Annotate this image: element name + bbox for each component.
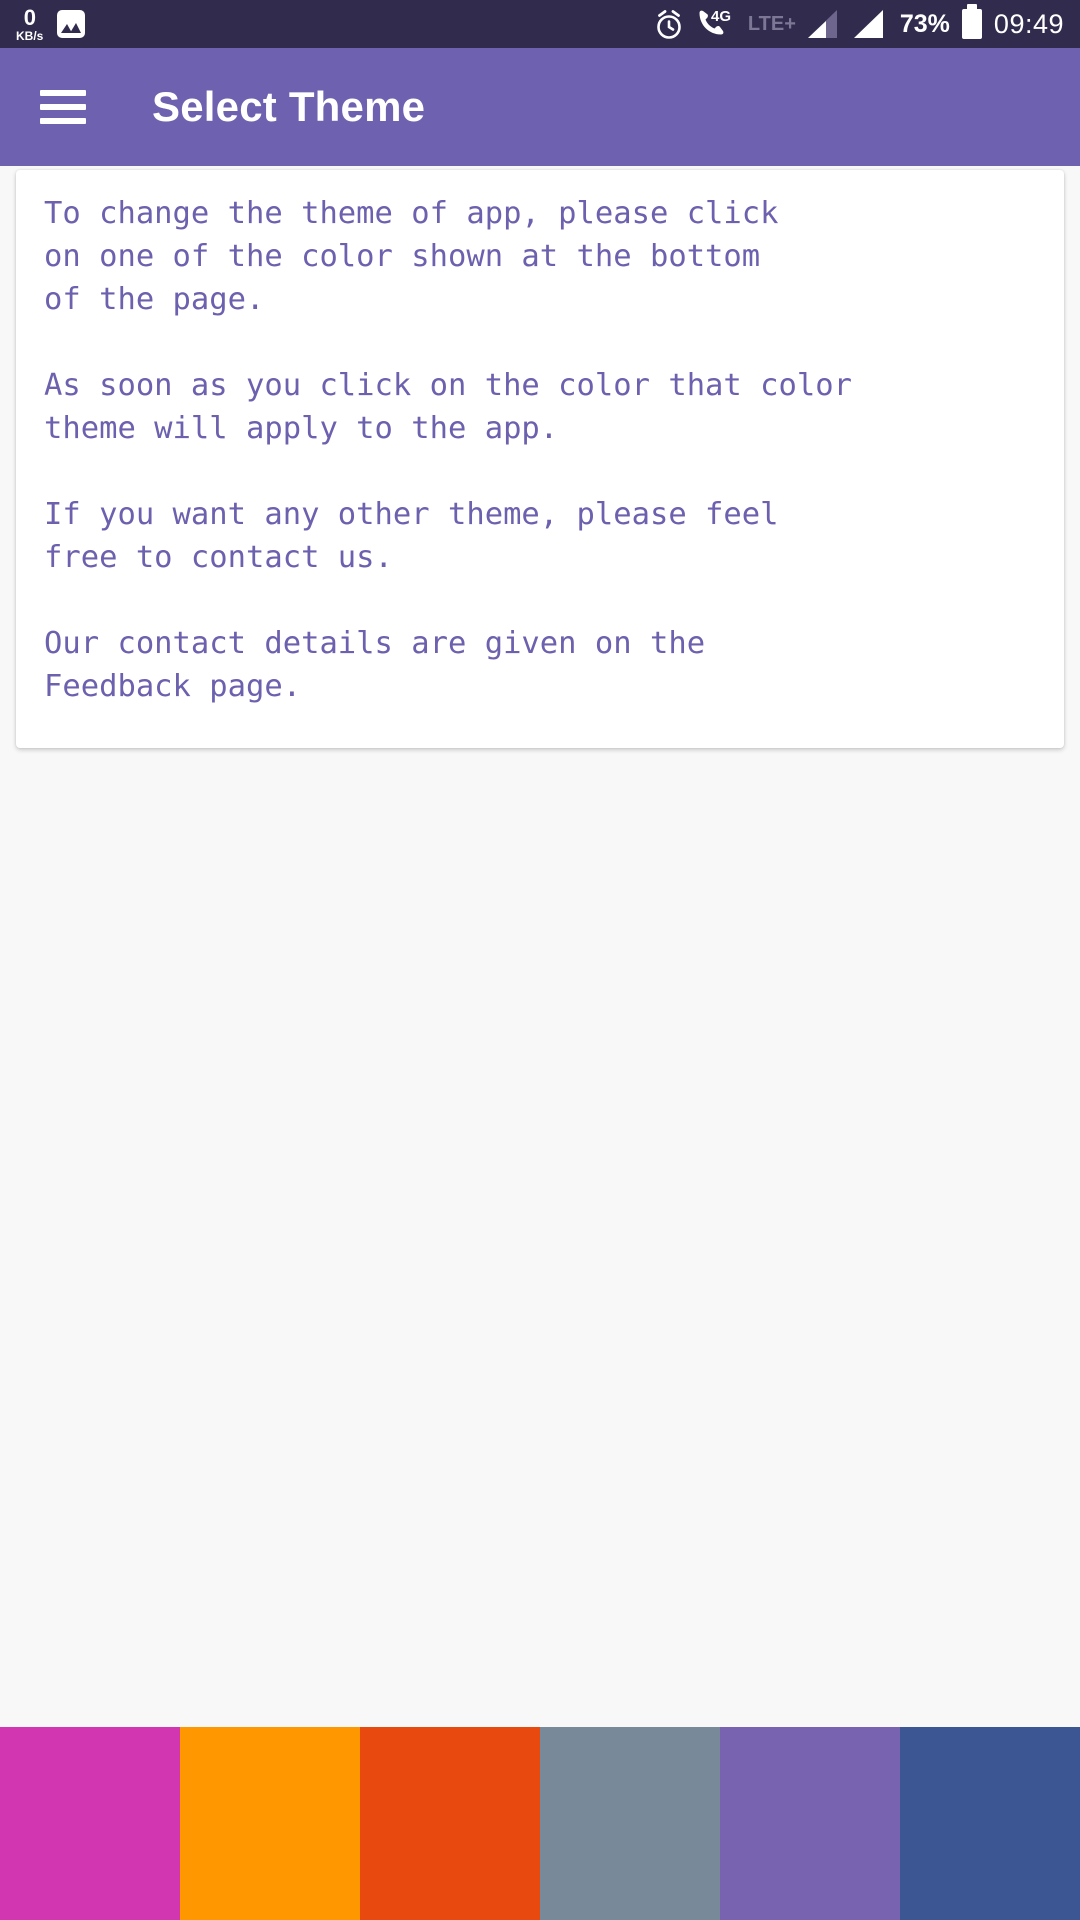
svg-text:4G: 4G bbox=[711, 8, 731, 25]
theme-swatch-purple[interactable] bbox=[720, 1727, 900, 1920]
hamburger-bar bbox=[40, 90, 86, 96]
image-icon-glyph bbox=[61, 23, 82, 33]
hamburger-bar bbox=[40, 104, 86, 110]
theme-swatch-magenta[interactable] bbox=[0, 1727, 180, 1920]
theme-swatch-row bbox=[0, 1727, 1080, 1920]
battery-icon bbox=[961, 4, 982, 39]
theme-instructions-text: To change the theme of app, please click… bbox=[44, 196, 852, 704]
signal-bars-icon bbox=[807, 10, 837, 38]
phone-4g-icon: 4G bbox=[699, 8, 731, 35]
alarm-clock-icon bbox=[657, 9, 681, 39]
theme-swatch-indigo[interactable] bbox=[900, 1727, 1080, 1920]
theme-swatch-orange[interactable] bbox=[180, 1727, 360, 1920]
battery-percent-label: 73% bbox=[899, 9, 950, 38]
theme-instructions-card: To change the theme of app, please click… bbox=[16, 170, 1064, 748]
hamburger-menu-icon[interactable] bbox=[40, 90, 86, 124]
theme-swatch-blue-grey[interactable] bbox=[540, 1727, 720, 1920]
theme-swatch-deep-orange[interactable] bbox=[360, 1727, 540, 1920]
network-speed-value: 0 bbox=[23, 4, 36, 30]
signal-bars-icon bbox=[853, 10, 883, 38]
network-speed-indicator: 0 KB/s bbox=[16, 4, 44, 43]
status-bar-right: 4G LTE+ 73% 09:49 bbox=[654, 4, 1064, 40]
status-bar-clock: 09:49 bbox=[993, 8, 1064, 39]
page-title: Select Theme bbox=[152, 83, 426, 130]
network-type-label: LTE+ bbox=[747, 12, 796, 35]
status-bar: 0 KB/s 4G LTE+ 73% 09:49 bbox=[0, 0, 1080, 48]
image-icon bbox=[57, 10, 86, 38]
network-speed-unit: KB/s bbox=[16, 28, 44, 43]
status-bar-left: 0 KB/s bbox=[16, 4, 86, 43]
hamburger-bar bbox=[40, 118, 86, 124]
app-screen: 0 KB/s 4G LTE+ 73% 09:49 Select Theme To… bbox=[0, 0, 1080, 1920]
app-bar: Select Theme bbox=[0, 48, 1080, 166]
